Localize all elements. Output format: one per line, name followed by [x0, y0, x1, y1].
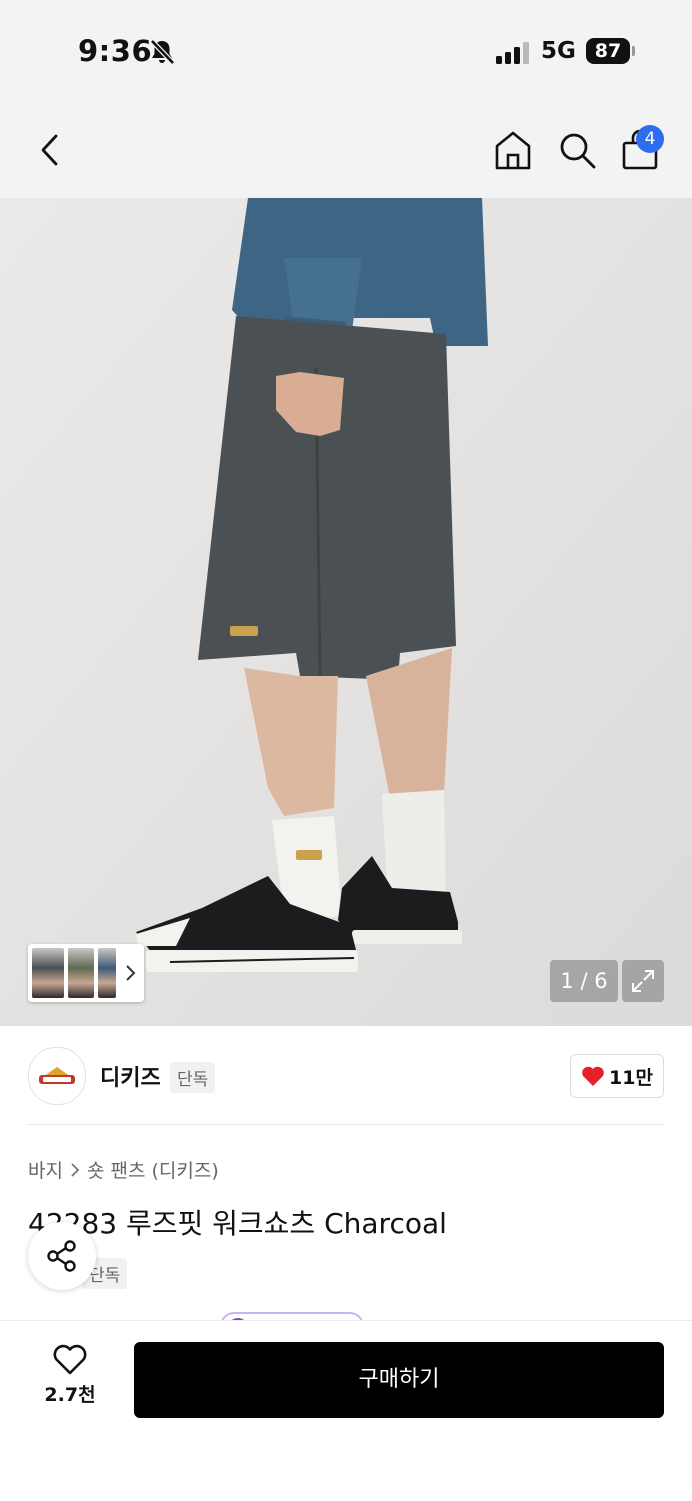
chevron-right-icon — [71, 1162, 80, 1177]
heart-filled-icon — [582, 1066, 604, 1086]
wishlist-button[interactable]: 2.7천 — [28, 1344, 112, 1420]
heart-outline-icon — [53, 1344, 87, 1375]
thumbnail[interactable] — [68, 948, 94, 998]
chevron-right-icon — [126, 965, 136, 981]
expand-button[interactable] — [622, 960, 664, 1002]
battery-level: 87 — [586, 38, 630, 64]
back-button[interactable] — [30, 128, 70, 172]
breadcrumb: 바지 숏 팬츠 (디키즈) — [28, 1156, 219, 1183]
thumbnail[interactable] — [32, 948, 64, 998]
signal-icon — [496, 42, 529, 64]
home-button[interactable] — [490, 126, 536, 174]
bell-muted-icon — [150, 39, 175, 65]
battery-tip — [632, 46, 635, 56]
share-icon — [47, 1240, 76, 1272]
brand-name[interactable]: 디키즈 — [100, 1060, 161, 1092]
product-image[interactable] — [0, 198, 692, 1026]
breadcrumb-category[interactable]: 바지 — [28, 1156, 63, 1183]
brand-logo-mark — [39, 1067, 75, 1084]
thumbnail-strip[interactable] — [28, 944, 144, 1002]
home-icon — [495, 131, 531, 170]
search-icon — [560, 133, 596, 169]
expand-icon — [632, 970, 654, 992]
brand-like-count: 11만 — [609, 1066, 653, 1089]
back-icon — [41, 134, 58, 166]
wishlist-count: 2.7천 — [44, 1384, 96, 1406]
search-button[interactable] — [554, 126, 600, 174]
product-title: 42283 루즈핏 워크쇼츠 Charcoal — [28, 1207, 447, 1240]
exclusive-tag: 단독 — [170, 1062, 216, 1093]
brand-logo[interactable] — [28, 1047, 86, 1105]
product-photo — [0, 198, 692, 1026]
network-type: 5G — [541, 38, 576, 64]
breadcrumb-subcategory[interactable]: 숏 팬츠 (디키즈) — [87, 1156, 219, 1183]
share-button[interactable] — [28, 1222, 96, 1290]
thumbnail[interactable] — [98, 948, 116, 998]
image-counter: 1 / 6 — [550, 960, 618, 1002]
buy-button[interactable]: 구매하기 — [134, 1342, 664, 1418]
cart-count-badge: 4 — [636, 125, 664, 153]
brand-like-button[interactable]: 11만 — [570, 1054, 664, 1098]
divider — [28, 1124, 664, 1125]
status-time: 9:36 — [78, 34, 153, 68]
